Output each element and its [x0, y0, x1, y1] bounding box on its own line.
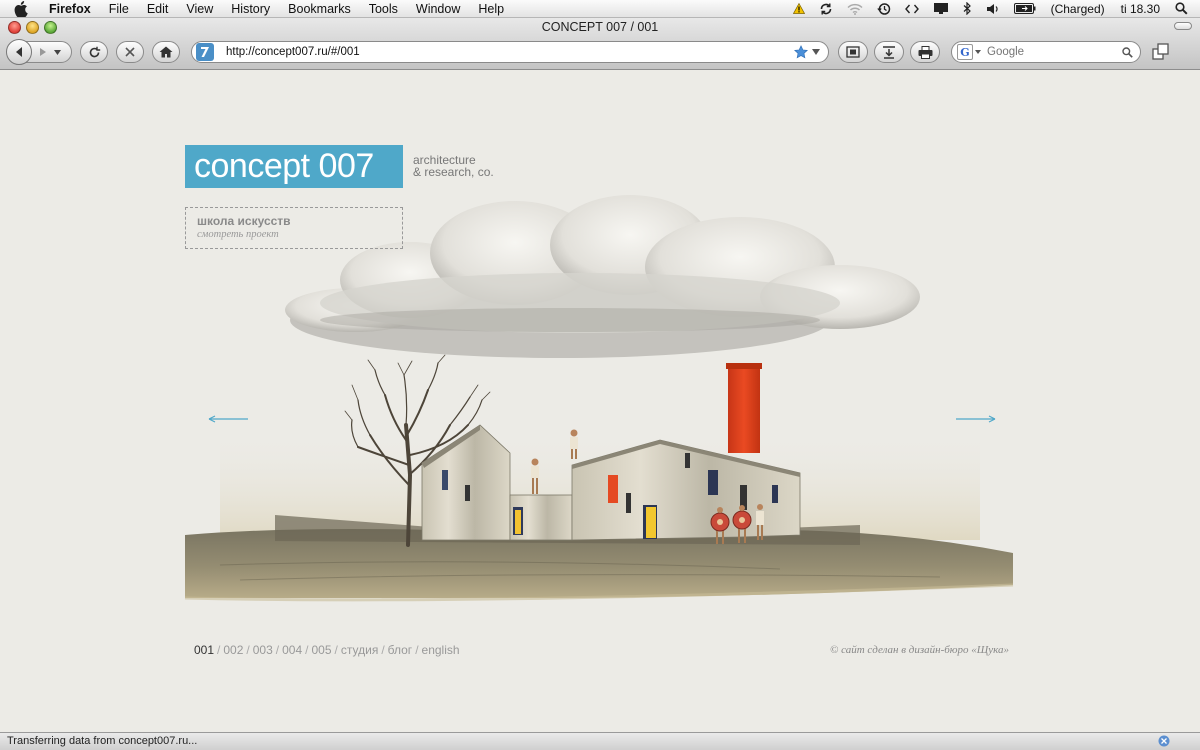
forward-arrow-icon — [40, 48, 46, 56]
sync-icon[interactable] — [819, 2, 833, 16]
menu-file[interactable]: File — [100, 0, 138, 18]
code-icon[interactable] — [904, 4, 919, 14]
menu-window[interactable]: Window — [407, 0, 469, 18]
url-dropdown-button[interactable] — [812, 49, 820, 55]
menu-bar: Firefox File Edit View History Bookmarks… — [0, 0, 1200, 18]
spotlight-icon[interactable] — [1175, 2, 1188, 15]
nav-separator: / — [217, 643, 221, 657]
nav-separator: / — [381, 643, 385, 657]
stop-icon — [125, 47, 135, 57]
home-icon — [159, 46, 173, 58]
web-page: concept 007 architecture & research, co.… — [0, 70, 1200, 732]
menu-edit[interactable]: Edit — [138, 0, 178, 18]
battery-icon[interactable] — [1013, 3, 1036, 14]
nav-item-english[interactable]: english — [422, 643, 460, 657]
nav-item-004[interactable]: 004 — [282, 643, 302, 657]
site-logo[interactable]: concept 007 — [185, 145, 403, 188]
menu-tools[interactable]: Tools — [360, 0, 407, 18]
nav-separator: / — [246, 643, 250, 657]
history-dropdown-button[interactable] — [54, 49, 61, 55]
nav-item-003[interactable]: 003 — [253, 643, 273, 657]
arrow-left-icon — [208, 415, 248, 423]
search-bar[interactable]: G — [951, 41, 1141, 63]
screenshot-button[interactable] — [838, 41, 868, 63]
time-machine-icon[interactable] — [876, 2, 891, 16]
chevron-down-icon — [812, 49, 820, 55]
hero-illustration — [184, 195, 1014, 602]
window-title: CONCEPT 007 / 001 — [541, 20, 659, 34]
reload-button[interactable] — [80, 41, 108, 63]
printer-icon — [918, 45, 932, 59]
previous-arrow-button[interactable] — [208, 410, 248, 428]
status-bar: Transferring data from concept007.ru... — [0, 732, 1200, 750]
toolbar-toggle-button[interactable] — [1174, 22, 1192, 30]
back-arrow-icon — [16, 47, 22, 57]
nav-separator: / — [275, 643, 280, 657]
search-engine-dropdown-button[interactable] — [975, 50, 981, 54]
download-button[interactable] — [874, 41, 904, 63]
browser-chrome: CONCEPT 007 / 001 http://concept007.ru/#… — [0, 18, 1200, 70]
warning-icon[interactable] — [792, 3, 805, 14]
apple-icon[interactable] — [14, 0, 30, 17]
wifi-icon[interactable] — [847, 3, 863, 15]
nav-separator: / — [415, 643, 419, 657]
google-engine-icon[interactable]: G — [957, 44, 973, 60]
bluetooth-icon[interactable] — [963, 2, 972, 15]
arrow-right-icon — [956, 415, 996, 423]
menu-help[interactable]: Help — [469, 0, 513, 18]
project-caption[interactable]: школа искусств смотреть проект — [185, 207, 403, 249]
menu-history[interactable]: History — [222, 0, 279, 18]
chevron-down-icon — [975, 50, 981, 54]
status-close-icon[interactable] — [1158, 735, 1170, 750]
display-icon[interactable] — [933, 2, 949, 15]
bookmark-star-icon[interactable] — [794, 45, 808, 59]
url-text[interactable]: http://concept007.ru/#/001 — [226, 46, 794, 58]
back-forward-group — [6, 39, 72, 65]
status-text: Transferring data from concept007.ru... — [7, 735, 198, 747]
chevron-down-icon — [54, 49, 61, 55]
menu-view[interactable]: View — [177, 0, 222, 18]
tab-overview-button[interactable] — [1150, 41, 1172, 63]
clock[interactable]: ti 18.30 — [1121, 2, 1160, 16]
project-title: школа искусств — [197, 214, 291, 228]
site-favicon-icon — [196, 43, 214, 61]
back-button[interactable] — [6, 39, 32, 65]
bottom-navigation: 001/002/003/004/005/студия / блог / english — [194, 643, 460, 657]
nav-item-blog[interactable]: блог — [388, 643, 413, 657]
view-project-link[interactable]: смотреть проект — [197, 229, 391, 240]
volume-icon[interactable] — [986, 3, 1000, 15]
menu-bookmarks[interactable]: Bookmarks — [279, 0, 360, 18]
download-icon — [883, 45, 895, 59]
search-input[interactable] — [987, 46, 1122, 58]
nav-item-005[interactable]: 005 — [312, 643, 332, 657]
windows-icon — [1152, 43, 1169, 60]
logo-tagline: architecture & research, co. — [413, 154, 494, 178]
stop-button[interactable] — [116, 41, 144, 63]
status-menus: (Charged) ti 18.30 — [786, 0, 1200, 18]
frame-icon — [846, 46, 860, 58]
home-button[interactable] — [152, 41, 180, 63]
search-icon[interactable] — [1122, 46, 1133, 58]
tagline-line-2: & research, co. — [413, 165, 494, 179]
nav-item-studio[interactable]: студия — [341, 643, 378, 657]
nav-separator: / — [334, 643, 338, 657]
nav-item-001[interactable]: 001 — [194, 643, 214, 657]
print-button[interactable] — [910, 41, 940, 63]
battery-status[interactable]: (Charged) — [1051, 2, 1105, 16]
forward-button[interactable] — [38, 47, 48, 57]
nav-separator: / — [305, 643, 309, 657]
next-arrow-button[interactable] — [956, 410, 996, 428]
navigation-toolbar: http://concept007.ru/#/001 G — [0, 38, 1200, 68]
menu-app-firefox[interactable]: Firefox — [40, 0, 100, 18]
nav-item-002[interactable]: 002 — [223, 643, 243, 657]
site-credit-link[interactable]: © сайт сделан в дизайн-бюро «Щука» — [830, 644, 1009, 656]
reload-icon — [89, 46, 100, 57]
address-bar[interactable]: http://concept007.ru/#/001 — [191, 41, 829, 63]
